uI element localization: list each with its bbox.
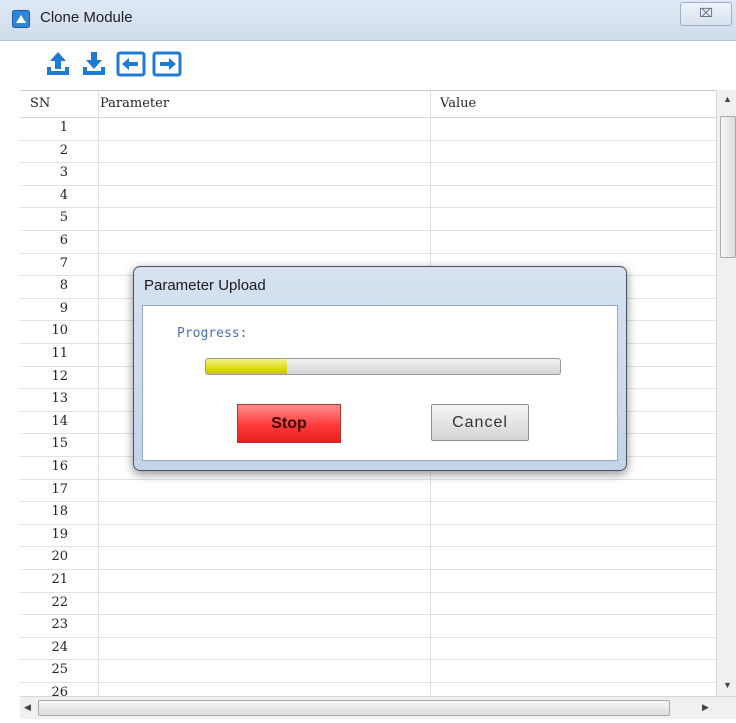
table-row[interactable]: 5 [20, 207, 720, 231]
horizontal-scrollbar[interactable]: ◀ ▶ [20, 696, 736, 719]
row-sn: 6 [59, 233, 68, 248]
row-sn: 23 [51, 617, 68, 633]
column-header-parameter[interactable]: Parameter [100, 96, 169, 111]
row-sn: 21 [51, 572, 68, 587]
row-sn: 20 [51, 549, 68, 565]
scroll-up-icon[interactable]: ▲ [723, 94, 732, 104]
row-sn: 14 [51, 413, 68, 429]
row-sn: 18 [51, 504, 68, 520]
scroll-right-icon[interactable]: ▶ [702, 702, 709, 713]
upload-icon[interactable] [44, 49, 72, 79]
row-sn: 25 [51, 662, 68, 678]
table-row[interactable]: 21 [20, 569, 720, 593]
row-sn: 2 [59, 142, 68, 158]
row-sn: 22 [51, 594, 68, 610]
table-row[interactable]: 17 [20, 479, 720, 503]
table-row[interactable]: 6 [20, 230, 720, 254]
table-row[interactable]: 18 [20, 501, 720, 525]
row-sn: 7 [59, 255, 68, 271]
column-header-value[interactable]: Value [440, 96, 476, 111]
app-icon [12, 10, 30, 28]
row-sn: 15 [51, 436, 68, 452]
table-row[interactable]: 25 [20, 659, 720, 683]
grid-header: SN Parameter Value [20, 91, 720, 118]
stop-button[interactable]: Stop [237, 404, 341, 443]
table-row[interactable]: 22 [20, 592, 720, 616]
row-sn: 10 [51, 323, 68, 339]
title-bar: Clone Module ⌧ [0, 0, 736, 41]
cancel-button[interactable]: Cancel [431, 404, 529, 441]
table-row[interactable]: 24 [20, 637, 720, 661]
window-title: Clone Module [40, 9, 133, 26]
row-sn: 11 [51, 346, 68, 361]
horizontal-scroll-thumb[interactable] [38, 700, 670, 716]
progress-bar-fill [206, 359, 288, 374]
column-header-sn[interactable]: SN [30, 96, 50, 111]
dialog-body: Progress: Stop Cancel [142, 305, 618, 461]
progress-label: Progress: [177, 326, 248, 341]
table-row[interactable]: 2 [20, 140, 720, 164]
table-row[interactable]: 19 [20, 524, 720, 548]
row-sn: 5 [59, 210, 68, 226]
scroll-left-icon[interactable]: ◀ [24, 702, 31, 713]
close-button[interactable]: ⌧ [680, 2, 732, 26]
row-sn: 24 [51, 639, 68, 655]
row-sn: 13 [51, 391, 68, 407]
row-sn: 16 [51, 459, 68, 474]
row-sn: 9 [59, 300, 68, 316]
row-sn: 12 [51, 368, 68, 384]
row-sn: 8 [59, 278, 68, 294]
export-icon[interactable] [152, 49, 182, 79]
parameter-upload-dialog: Parameter Upload Progress: Stop Cancel [133, 266, 627, 471]
import-icon[interactable] [116, 49, 146, 79]
row-sn: 17 [51, 481, 68, 497]
column-divider [98, 91, 99, 697]
table-row[interactable]: 3 [20, 162, 720, 186]
row-sn: 1 [59, 120, 68, 135]
download-icon[interactable] [80, 49, 108, 79]
dialog-title: Parameter Upload [144, 277, 266, 294]
vertical-scroll-thumb[interactable] [720, 116, 736, 258]
table-row[interactable]: 1 [20, 117, 720, 141]
toolbar [0, 41, 736, 89]
table-row[interactable]: 23 [20, 614, 720, 638]
table-row[interactable]: 20 [20, 546, 720, 570]
clone-module-window: Clone Module ⌧ SN Parameter Value 123456… [0, 0, 736, 722]
row-sn: 3 [59, 165, 68, 181]
row-sn: 4 [59, 187, 68, 203]
scroll-down-icon[interactable]: ▼ [723, 680, 732, 690]
progress-bar [205, 358, 561, 375]
vertical-scrollbar[interactable]: ▲ ▼ [716, 90, 736, 696]
table-row[interactable]: 4 [20, 185, 720, 209]
row-sn: 19 [51, 526, 68, 542]
